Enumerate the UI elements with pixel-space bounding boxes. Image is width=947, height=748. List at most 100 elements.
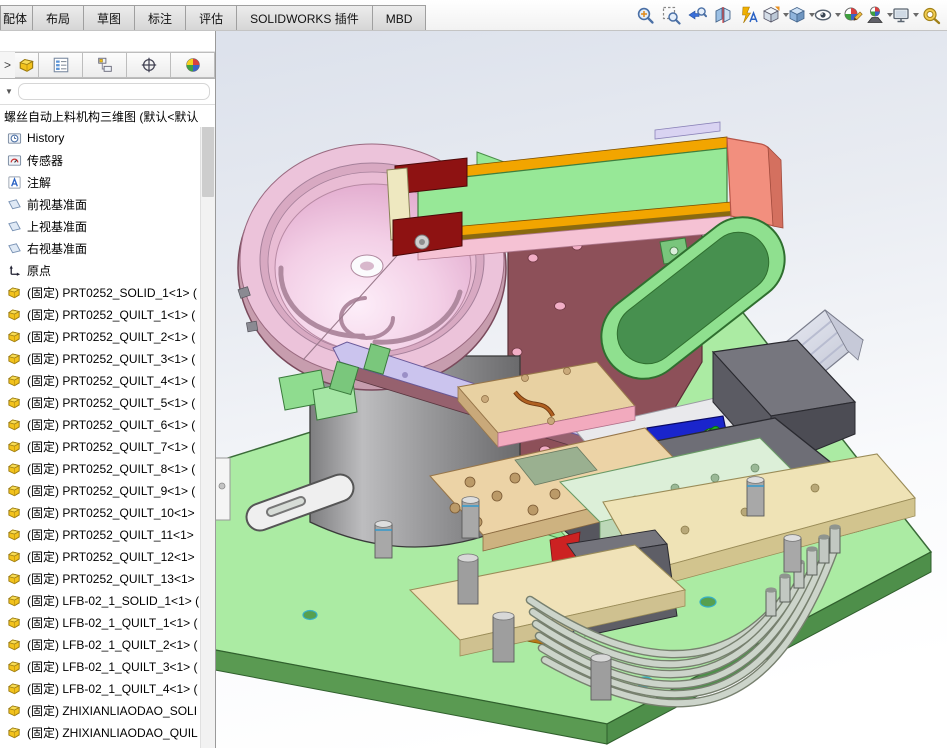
view-toolbar-button[interactable] <box>685 3 709 28</box>
view-toolbar-button[interactable] <box>789 3 813 28</box>
view-toolbar-button[interactable] <box>919 3 943 28</box>
tree-item[interactable]: (固定) PRT0252_QUILT_6<1> ( <box>0 413 201 435</box>
tree-item[interactable]: (固定) LFB-02_1_QUILT_4<1> ( <box>0 677 201 699</box>
panel-tab[interactable] <box>171 52 215 78</box>
ribbon-tab[interactable]: 评估 <box>185 5 237 30</box>
panel-filter-row: ▼ <box>0 79 215 105</box>
tree-item[interactable]: 前视基准面 <box>0 193 201 215</box>
view-toolbar-button[interactable] <box>867 3 891 28</box>
tree-item[interactable]: (固定) ZHIXIANLIAODAO_QUIL <box>0 721 201 743</box>
tree-item-icon <box>7 659 22 674</box>
tree-item-label: (固定) LFB-02_1_QUILT_4<1> ( <box>27 680 198 697</box>
tree-item[interactable]: (固定) LFB-02_1_SOLID_1<1> ( <box>0 589 201 611</box>
filter-dropdown-icon[interactable]: ▼ <box>5 87 13 96</box>
tree-item-label: (固定) PRT0252_QUILT_12<1> <box>27 548 195 565</box>
tree-scrollbar[interactable] <box>200 127 215 748</box>
tree-item[interactable]: 上视基准面 <box>0 215 201 237</box>
tree-item-icon <box>7 615 22 630</box>
tree-item[interactable]: (固定) PRT0252_QUILT_9<1> ( <box>0 479 201 501</box>
edge-bracket[interactable] <box>215 458 230 520</box>
tree-item[interactable]: 传感器 <box>0 149 201 171</box>
tree-item-label: (固定) PRT0252_QUILT_7<1> ( <box>27 438 195 455</box>
tree-item-label: (固定) PRT0252_QUILT_8<1> ( <box>27 460 195 477</box>
panel-tab[interactable] <box>83 52 127 78</box>
tree-item-icon <box>7 395 22 410</box>
tree-item-label: (固定) PRT0252_QUILT_6<1> ( <box>27 416 195 433</box>
tree-item-icon <box>7 637 22 652</box>
tree-item-label: (固定) PRT0252_QUILT_9<1> ( <box>27 482 195 499</box>
tree-item[interactable]: (固定) LFB-02_1_QUILT_1<1> ( <box>0 611 201 633</box>
ribbon-tab[interactable]: MBD <box>372 5 427 30</box>
scrollbar-thumb[interactable] <box>202 127 214 197</box>
panel-tabs: > <box>0 52 215 79</box>
panel-top-strip <box>0 30 215 52</box>
tree-item[interactable]: (固定) ZHIXIANLIAODAO_SOLI <box>0 699 201 721</box>
tree-item-icon <box>7 175 22 190</box>
tree-item[interactable]: (固定) PRT0252_SOLID_1<1> ( <box>0 281 201 303</box>
view-toolbar <box>633 2 943 28</box>
tree-item-label: History <box>27 131 64 145</box>
view-toolbar-button[interactable] <box>659 3 683 28</box>
tree-item-icon <box>7 329 22 344</box>
tree-item-label: (固定) LFB-02_1_QUILT_1<1> ( <box>27 614 198 631</box>
tree-item-label: (固定) PRT0252_QUILT_11<1> <box>27 526 194 543</box>
tree-item-icon <box>7 241 22 256</box>
tree-item-icon <box>7 593 22 608</box>
tree-item[interactable]: 右视基准面 <box>0 237 201 259</box>
panel-tab[interactable] <box>15 52 39 78</box>
tree-item[interactable]: 原点 <box>0 259 201 281</box>
panel-tabs-overflow[interactable]: > <box>0 52 15 78</box>
tree-item-label: (固定) PRT0252_QUILT_3<1> ( <box>27 350 195 367</box>
feature-panel: > ▼ <box>0 30 216 748</box>
view-toolbar-button[interactable] <box>893 3 917 28</box>
tree-item[interactable]: (固定) PRT0252_QUILT_8<1> ( <box>0 457 201 479</box>
tree-item-icon <box>7 703 22 718</box>
tree-item[interactable]: (固定) PRT0252_QUILT_13<1> <box>0 567 201 589</box>
tree-item-icon <box>7 153 22 168</box>
ribbon-tab[interactable]: 标注 <box>134 5 186 30</box>
tree-item[interactable]: (固定) PRT0252_QUILT_12<1> <box>0 545 201 567</box>
tree-item-icon <box>7 131 22 146</box>
ribbon-tab[interactable]: 配体 <box>0 5 33 30</box>
tree-item[interactable]: (固定) PRT0252_QUILT_1<1> ( <box>0 303 201 325</box>
tree-item-label: (固定) LFB-02_1_SOLID_1<1> ( <box>27 592 199 609</box>
tree-item[interactable]: (固定) LFB-02_1_QUILT_2<1> ( <box>0 633 201 655</box>
tree-item[interactable]: (固定) LFB-02_1_QUILT_3<1> ( <box>0 655 201 677</box>
ribbon-tabs: 配体 布局 草图 标注 评估 SOLIDWORKS 插件 MBD <box>0 5 425 30</box>
tree-item[interactable]: (固定) PRT0252_QUILT_7<1> ( <box>0 435 201 457</box>
tree-item[interactable]: (固定) PRT0252_QUILT_11<1> <box>0 523 201 545</box>
feature-tree: History 传感器 注解 <box>0 127 201 743</box>
view-toolbar-button[interactable] <box>711 3 735 28</box>
tree-item-icon <box>7 351 22 366</box>
tree-item-label: 注解 <box>27 174 51 191</box>
tree-item-icon <box>7 285 22 300</box>
tree-item[interactable]: History <box>0 127 201 149</box>
view-toolbar-button[interactable] <box>763 3 787 28</box>
ribbon-tab[interactable]: 草图 <box>83 5 135 30</box>
viewport-3d-model[interactable] <box>215 30 947 748</box>
filter-box[interactable] <box>18 83 210 100</box>
solidworks-window: 配体 布局 草图 标注 评估 SOLIDWORKS 插件 MBD <box>0 0 947 748</box>
ribbon-tab[interactable]: 布局 <box>32 5 84 30</box>
panel-tab[interactable] <box>127 52 171 78</box>
tree-item-label: (固定) LFB-02_1_QUILT_2<1> ( <box>27 636 198 653</box>
tree-item[interactable]: (固定) PRT0252_QUILT_2<1> ( <box>0 325 201 347</box>
tree-item[interactable]: (固定) PRT0252_QUILT_5<1> ( <box>0 391 201 413</box>
view-toolbar-button[interactable] <box>633 3 657 28</box>
tree-item-label: (固定) ZHIXIANLIAODAO_SOLI <box>27 702 197 719</box>
tree-item[interactable]: 注解 <box>0 171 201 193</box>
tree-item[interactable]: (固定) PRT0252_QUILT_10<1> <box>0 501 201 523</box>
tree-item-label: (固定) PRT0252_QUILT_1<1> ( <box>27 306 195 323</box>
tree-item-label: (固定) PRT0252_SOLID_1<1> ( <box>27 284 197 301</box>
viewport[interactable] <box>215 30 947 748</box>
view-toolbar-button[interactable] <box>737 3 761 28</box>
tree-item-icon <box>7 373 22 388</box>
view-toolbar-button[interactable] <box>815 3 839 28</box>
tree-item-icon <box>7 571 22 586</box>
tree-item[interactable]: (固定) PRT0252_QUILT_3<1> ( <box>0 347 201 369</box>
panel-tab[interactable] <box>39 52 83 78</box>
tree-item[interactable]: (固定) PRT0252_QUILT_4<1> ( <box>0 369 201 391</box>
view-toolbar-button[interactable] <box>841 3 865 28</box>
tree-root[interactable]: 螺丝自动上料机构三维图 (默认<默认 <box>0 105 200 127</box>
ribbon-tab[interactable]: SOLIDWORKS 插件 <box>236 5 373 30</box>
